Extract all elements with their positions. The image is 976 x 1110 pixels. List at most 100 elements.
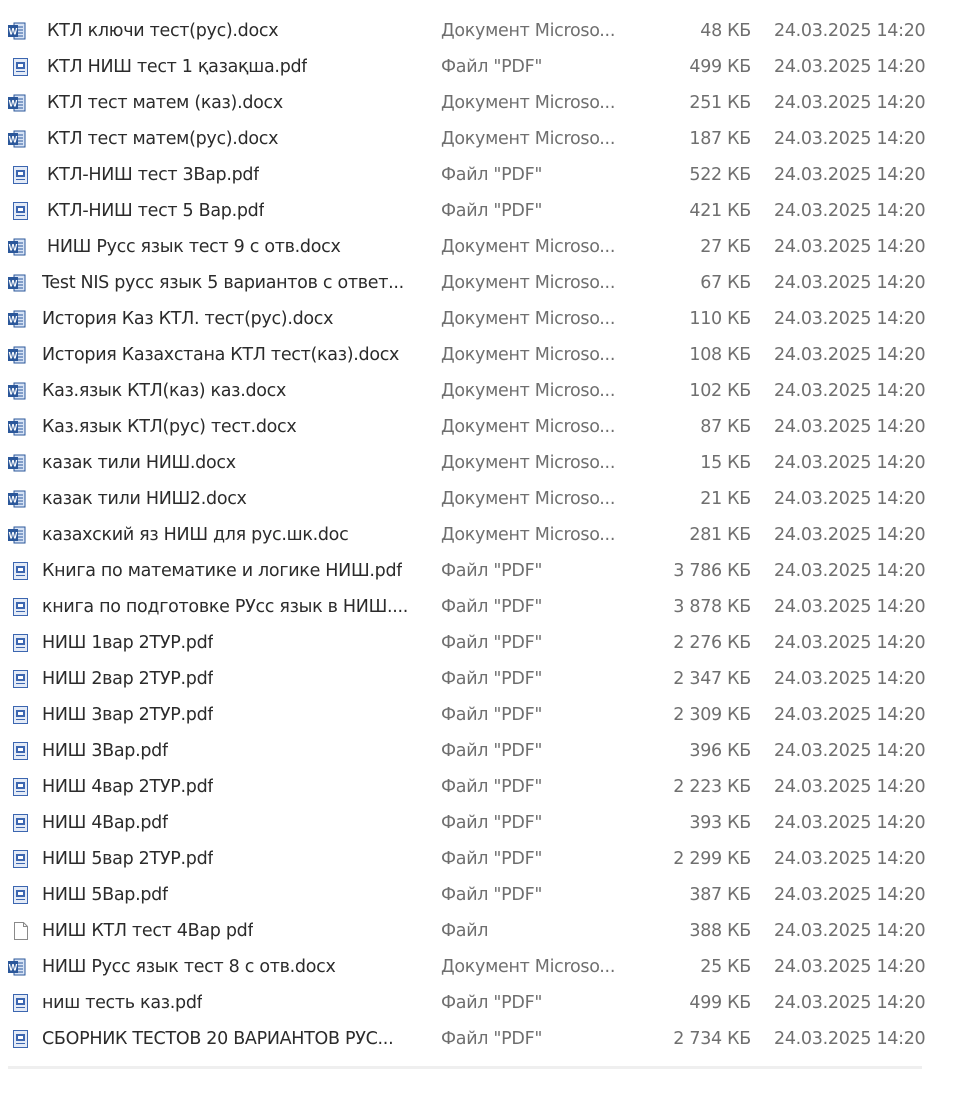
file-type: Файл "PDF" [441,885,543,905]
pdf-file-icon [12,777,30,797]
file-size: 251 КБ [689,93,751,113]
file-modified-date: 24.03.2025 14:20 [774,453,926,473]
word-doc-icon: W [8,489,26,509]
file-name: Каз.язык КТЛ(рус) тест.docx [42,417,297,437]
file-row[interactable]: КТЛ-НИШ тест 5 Вар.pdf Файл "PDF" 421 КБ 24… [0,193,976,229]
word-doc-icon: W [8,345,26,365]
file-type: Документ Microso... [441,525,616,545]
pdf-file-icon [12,561,30,581]
file-size: 396 КБ [689,741,751,761]
file-modified-date: 24.03.2025 14:20 [774,129,926,149]
word-doc-icon: W [8,237,26,257]
svg-text:W: W [9,351,18,361]
pdf-file-icon [12,813,30,833]
file-size: 499 КБ [689,57,751,77]
file-row[interactable]: НИШ 4вар 2ТУР.pdf Файл "PDF" 2 223 КБ 24.03… [0,769,976,805]
file-name: История Каз КТЛ. тест(рус).docx [42,309,334,329]
file-name: НИШ 4вар 2ТУР.pdf [42,777,214,797]
file-type: Файл "PDF" [441,597,543,617]
file-modified-date: 24.03.2025 14:20 [774,813,926,833]
svg-text:W: W [9,531,18,541]
file-row[interactable]: W Test NIS русс язык 5 вариантов с ответ.… [0,265,976,301]
file-type: Файл "PDF" [441,849,543,869]
word-doc-icon: W [8,129,26,149]
file-type: Документ Microso... [441,417,616,437]
file-modified-date: 24.03.2025 14:20 [774,165,926,185]
file-name: КТЛ-НИШ тест 5 Вар.pdf [47,201,265,221]
file-type: Файл "PDF" [441,561,543,581]
file-modified-date: 24.03.2025 14:20 [774,21,926,41]
pdf-file-icon [12,669,30,689]
file-modified-date: 24.03.2025 14:20 [774,489,926,509]
file-type: Файл "PDF" [441,165,543,185]
file-row[interactable]: НИШ 5вар 2ТУР.pdf Файл "PDF" 2 299 КБ 24.03… [0,841,976,877]
file-size: 21 КБ [700,489,751,509]
file-row[interactable]: НИШ 3Вар.pdf Файл "PDF" 396 КБ 24.03.2025 1… [0,733,976,769]
file-modified-date: 24.03.2025 14:20 [774,993,926,1013]
file-row[interactable]: книга по подготовке РУсс язык в НИШ.... Ф… [0,589,976,625]
file-name: НИШ 5вар 2ТУР.pdf [42,849,214,869]
file-row[interactable]: W Каз.язык КТЛ(рус) тест.docx Документ Mic… [0,409,976,445]
svg-text:W: W [9,423,18,433]
file-type: Документ Microso... [441,489,616,509]
file-name: КТЛ-НИШ тест 3Вар.pdf [47,165,260,185]
file-row[interactable]: СБОРНИК ТЕСТОВ 20 ВАРИАНТОВ РУС... Файл "… [0,1021,976,1057]
file-row[interactable]: W История Каз КТЛ. тест(рус).docx Документ… [0,301,976,337]
file-row[interactable]: НИШ 4Вар.pdf Файл "PDF" 393 КБ 24.03.2025 1… [0,805,976,841]
file-row[interactable]: ниш тесть каз.pdf Файл "PDF" 499 КБ 24.03.2… [0,985,976,1021]
file-row[interactable]: W Каз.язык КТЛ(каз) каз.docx Документ Micr… [0,373,976,409]
file-size: 102 КБ [689,381,751,401]
file-row[interactable]: Книга по математике и логике НИШ.pdf Файл… [0,553,976,589]
file-modified-date: 24.03.2025 14:20 [774,417,926,437]
file-name: СБОРНИК ТЕСТОВ 20 ВАРИАНТОВ РУС... [42,1029,394,1049]
file-size: 421 КБ [689,201,751,221]
file-type: Файл [441,921,489,941]
word-doc-icon: W [8,453,26,473]
file-row[interactable]: Wказахский яз НИШ для рус.шк.doc Документ… [0,517,976,553]
file-row[interactable]: W НИШ Русс язык тест 8 с отв.docx Документ… [0,949,976,985]
file-modified-date: 24.03.2025 14:20 [774,93,926,113]
file-row[interactable]: КТЛ НИШ тест 1 қазақша.pdf Файл "PDF" 499 … [0,49,976,85]
file-modified-date: 24.03.2025 14:20 [774,57,926,77]
file-type: Документ Microso... [441,345,616,365]
word-doc-icon: W [8,309,26,329]
file-row[interactable]: Wказак тили НИШ.docx Документ Microso... 1… [0,445,976,481]
file-row[interactable]: НИШ 2вар 2ТУР.pdf Файл "PDF" 2 347 КБ 24.03… [0,661,976,697]
file-size: 25 КБ [700,957,751,977]
pdf-file-icon [12,849,30,869]
file-row[interactable]: Wказак тили НИШ2.docx Документ Microso...… [0,481,976,517]
file-name: НИШ 1вар 2ТУР.pdf [42,633,214,653]
file-name: НИШ 4Вар.pdf [42,813,168,833]
file-row[interactable]: W КТЛ тест матем (каз).docx Документ Micro… [0,85,976,121]
file-size: 87 КБ [700,417,751,437]
file-row[interactable]: НИШ 3вар 2ТУР.pdf Файл "PDF" 2 309 КБ 24.03… [0,697,976,733]
file-row[interactable]: W КТЛ ключи тест(рус).docx Документ Micros… [0,13,976,49]
file-name: КТЛ ключи тест(рус).docx [47,21,279,41]
file-modified-date: 24.03.2025 14:20 [774,885,926,905]
word-doc-icon: W [8,417,26,437]
file-size: 2 299 КБ [673,849,751,869]
file-size: 108 КБ [689,345,751,365]
file-size: 499 КБ [689,993,751,1013]
file-size: 2 734 КБ [673,1029,751,1049]
file-name: Каз.язык КТЛ(каз) каз.docx [42,381,287,401]
file-row[interactable]: НИШ 5Вар.pdf Файл "PDF" 387 КБ 24.03.2025 1… [0,877,976,913]
file-row[interactable]: W КТЛ тест матем(рус).docx Документ Micros… [0,121,976,157]
file-row[interactable]: КТЛ-НИШ тест 3Вар.pdf Файл "PDF" 522 КБ 24.… [0,157,976,193]
file-type: Файл "PDF" [441,741,543,761]
file-modified-date: 24.03.2025 14:20 [774,633,926,653]
svg-text:W: W [9,135,18,145]
svg-text:W: W [9,963,18,973]
pdf-file-icon [12,57,30,77]
file-size: 387 КБ [689,885,751,905]
file-row[interactable]: НИШ 1вар 2ТУР.pdf Файл "PDF" 2 276 КБ 24.03… [0,625,976,661]
svg-text:W: W [9,243,18,253]
file-size: 3 786 КБ [673,561,751,581]
file-size: 187 КБ [689,129,751,149]
file-row[interactable]: W История Казахстана КТЛ тест(каз).docx До… [0,337,976,373]
file-name: книга по подготовке РУсс язык в НИШ.... [42,597,409,617]
file-row[interactable]: W НИШ Русс язык тест 9 с отв.docx Документ… [0,229,976,265]
file-name: НИШ 2вар 2ТУР.pdf [42,669,214,689]
file-size: 48 КБ [700,21,751,41]
file-row[interactable]: НИШ КТЛ тест 4Вар pdf Файл 388 КБ 24.03.202… [0,913,976,949]
